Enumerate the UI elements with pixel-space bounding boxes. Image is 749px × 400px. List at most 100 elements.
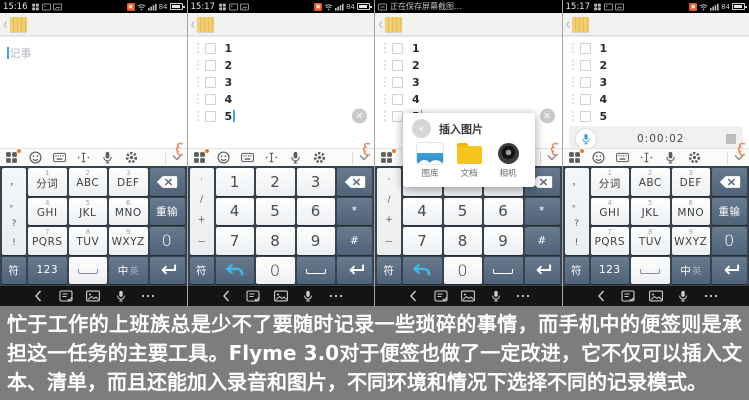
checklist-item[interactable]: 1 [384, 41, 562, 55]
checklist-note-icon[interactable] [434, 290, 448, 302]
key-GHI[interactable]: 4GHI [591, 198, 630, 226]
back-chevron-icon[interactable]: ‹ [191, 16, 196, 33]
drag-handle-icon[interactable] [197, 43, 199, 53]
key-MNO[interactable]: 6MNO [672, 198, 711, 226]
drag-handle-icon[interactable] [384, 43, 386, 53]
drag-handle-icon[interactable] [197, 60, 199, 70]
checkbox[interactable] [392, 77, 403, 88]
popup-option-documents[interactable]: 文档 [453, 143, 485, 179]
drag-handle-icon[interactable] [572, 111, 574, 121]
popup-option-camera[interactable]: 相机 [492, 143, 524, 179]
back-chevron-icon[interactable]: ‹ [566, 16, 571, 33]
key-WXYZ[interactable]: 9WXYZ [672, 227, 711, 255]
keyboard-icon[interactable] [53, 151, 66, 164]
key-2[interactable]: 2 [256, 168, 295, 196]
key-space[interactable] [297, 257, 336, 285]
key-重输[interactable]: 重输 [712, 198, 747, 226]
back-chevron-icon[interactable]: ‹ [378, 16, 383, 33]
key-undo[interactable] [403, 257, 442, 285]
input-method-icon[interactable] [5, 151, 18, 164]
checklist-item[interactable]: 2 [384, 58, 562, 72]
key-0[interactable]: 0 [444, 257, 483, 285]
insert-image-icon[interactable] [649, 290, 663, 302]
key-ABC[interactable]: 2ABC [631, 168, 670, 196]
key-重输[interactable]: 重输 [150, 198, 185, 226]
emoji-icon[interactable] [592, 151, 605, 164]
checkbox[interactable] [392, 60, 403, 71]
key-4[interactable]: 4 [403, 198, 442, 226]
more-icon[interactable] [141, 290, 155, 302]
key-123[interactable]: 123 [28, 257, 67, 285]
stop-recording-button[interactable] [726, 134, 736, 144]
drag-handle-icon[interactable] [572, 60, 574, 70]
drag-handle-icon[interactable] [384, 60, 386, 70]
text-cursor-icon[interactable] [640, 151, 653, 164]
drag-handle-icon[interactable] [384, 77, 386, 87]
text-cursor-icon[interactable] [77, 151, 90, 164]
checkbox[interactable] [580, 111, 591, 122]
drag-handle-icon[interactable] [572, 77, 574, 87]
checklist-item[interactable]: 4 [384, 92, 562, 106]
record-voice-icon[interactable] [301, 290, 315, 302]
key-5[interactable]: 5 [444, 198, 483, 226]
checklist-item[interactable]: 2 [197, 58, 375, 72]
text-cursor-icon[interactable] [265, 151, 278, 164]
checkbox[interactable] [205, 77, 216, 88]
key-分词[interactable]: 1分词 [28, 168, 67, 196]
back-chevron-icon[interactable]: ‹ [3, 16, 8, 33]
checklist-item[interactable]: 2 [572, 58, 749, 72]
key-backspace[interactable] [337, 168, 372, 196]
drag-handle-icon[interactable] [572, 43, 574, 53]
key-TUV[interactable]: 8TUV [631, 227, 670, 255]
more-icon[interactable] [329, 290, 343, 302]
checkbox[interactable] [580, 77, 591, 88]
voice-input-icon[interactable] [289, 151, 302, 164]
key-0[interactable]: 0 [256, 257, 295, 285]
drag-handle-icon[interactable] [384, 111, 386, 121]
key-8[interactable]: 8 [256, 227, 295, 255]
key-3[interactable]: 3 [297, 168, 336, 196]
key-ABC[interactable]: 2ABC [69, 168, 108, 196]
delete-item-button[interactable]: × [540, 109, 555, 124]
key-8[interactable]: 8 [444, 227, 483, 255]
checkbox[interactable] [580, 43, 591, 54]
sticky-note-icon[interactable] [10, 17, 27, 32]
key-*[interactable]: * [525, 198, 560, 226]
key-space[interactable] [69, 257, 108, 285]
key-enter[interactable] [337, 257, 372, 285]
key-PQRS[interactable]: 7PQRS [591, 227, 630, 255]
key-space[interactable] [484, 257, 523, 285]
checkbox[interactable] [392, 111, 403, 122]
checklist-item[interactable]: 4 [572, 92, 749, 106]
key-#[interactable]: # [525, 227, 560, 255]
checkbox[interactable] [205, 60, 216, 71]
settings-gear-icon[interactable] [313, 151, 326, 164]
record-voice-icon[interactable] [676, 290, 690, 302]
key-#[interactable]: # [337, 227, 372, 255]
key-符[interactable]: 符 [565, 257, 589, 285]
key-符[interactable]: 符 [2, 257, 26, 285]
checklist-item[interactable]: 5 [572, 109, 749, 123]
key-MNO[interactable]: 6MNO [109, 198, 148, 226]
keyboard-icon[interactable] [241, 151, 254, 164]
key-123[interactable]: 123 [591, 257, 630, 285]
key-7[interactable]: 7 [216, 227, 255, 255]
key-中[interactable]: 中英 [109, 257, 148, 285]
voice-input-icon[interactable] [664, 151, 677, 164]
emoji-icon[interactable] [217, 151, 230, 164]
key-6[interactable]: 6 [484, 198, 523, 226]
key-backspace[interactable] [150, 168, 185, 196]
checkbox[interactable] [392, 94, 403, 105]
key-分词[interactable]: 1分词 [591, 168, 630, 196]
back-icon[interactable] [406, 290, 420, 302]
key-undo[interactable] [216, 257, 255, 285]
key-符[interactable]: 符 [377, 257, 401, 285]
key-4[interactable]: 4 [216, 198, 255, 226]
checklist-item[interactable]: 5× [197, 109, 375, 123]
checklist-item[interactable]: 3 [384, 75, 562, 89]
sticky-note-icon[interactable] [197, 17, 214, 32]
key-DEF[interactable]: 3DEF [672, 168, 711, 196]
symbol-column-key[interactable]: ·/+－ [190, 168, 214, 255]
recording-mic-icon[interactable] [576, 129, 596, 148]
sticky-note-icon[interactable] [385, 17, 402, 32]
